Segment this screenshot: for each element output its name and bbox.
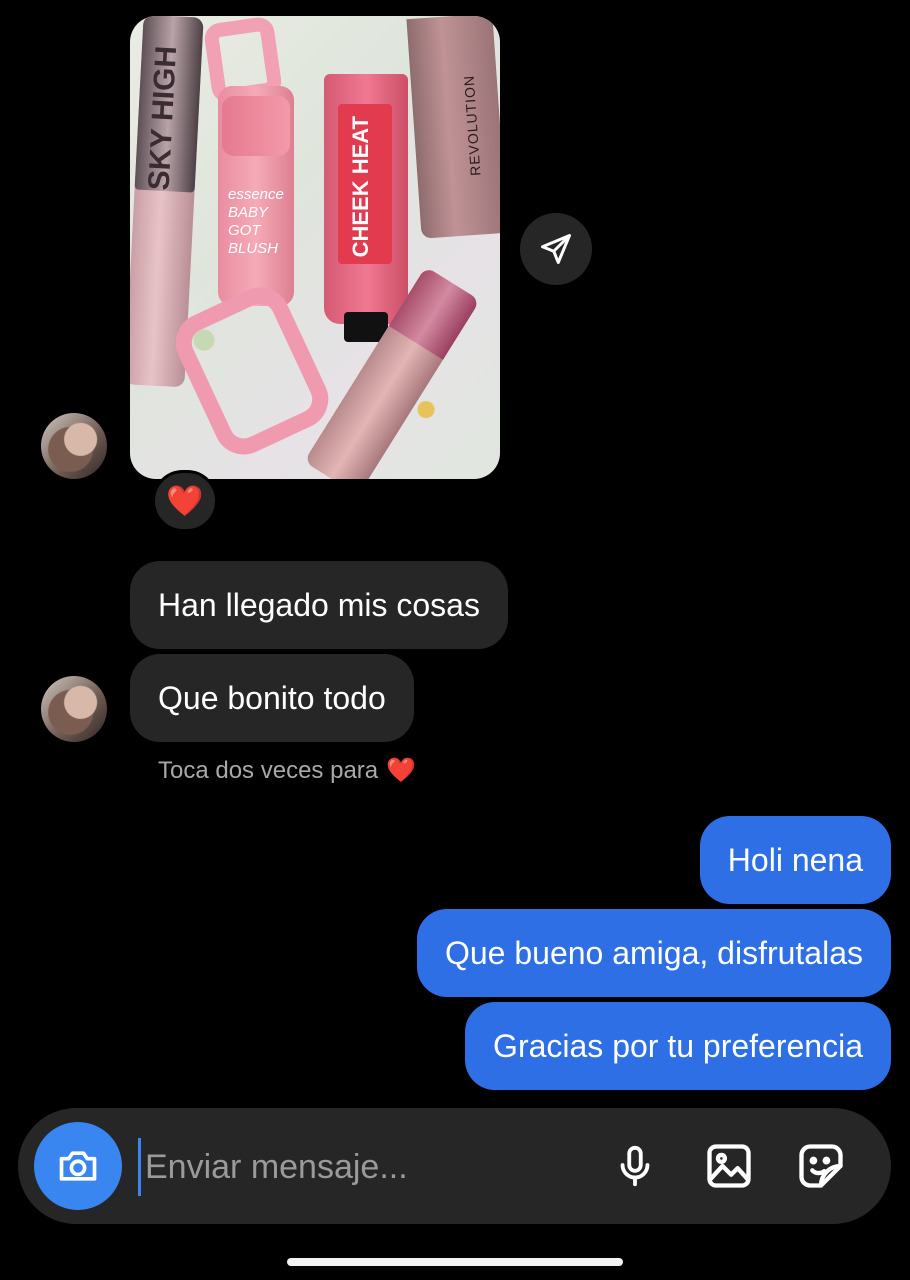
heart-icon: ❤️ <box>166 484 204 518</box>
share-button[interactable] <box>520 213 592 285</box>
share-icon <box>541 234 571 264</box>
blush-stick-product: essence BABY GOT BLUSH <box>218 86 294 306</box>
hair-clip-bottom <box>165 277 339 465</box>
double-tap-hint: Toca dos veces para ❤️ <box>158 756 417 785</box>
shared-photo[interactable]: SKY HIGH essence BABY GOT BLUSH CHEEK HE… <box>130 16 500 479</box>
gallery-icon <box>707 1144 751 1188</box>
incoming-message[interactable]: Han llegado mis cosas <box>130 561 508 649</box>
home-indicator[interactable] <box>287 1258 623 1266</box>
revolution-bottle: REVOLUTION <box>406 16 500 239</box>
sticker-button[interactable] <box>791 1136 851 1196</box>
avatar[interactable] <box>41 413 107 479</box>
microphone-icon <box>620 1145 650 1187</box>
message-input[interactable] <box>138 1138 588 1196</box>
outgoing-message[interactable]: Holi nena <box>699 816 891 904</box>
gallery-button[interactable] <box>699 1136 759 1196</box>
camera-icon <box>59 1151 97 1181</box>
heart-reaction[interactable]: ❤️ <box>152 470 218 532</box>
avatar[interactable] <box>41 676 107 742</box>
microphone-button[interactable] <box>605 1136 665 1196</box>
incoming-message[interactable]: Que bonito todo <box>130 654 414 742</box>
heart-icon: ❤️ <box>386 757 417 784</box>
camera-button[interactable] <box>34 1122 122 1210</box>
outgoing-message[interactable]: Que bueno amiga, disfrutalas <box>416 909 891 997</box>
outgoing-message[interactable]: Gracias por tu preferencia <box>465 1002 891 1090</box>
cheek-heat-tube: CHEEK HEAT <box>324 74 408 342</box>
sticker-icon <box>799 1144 843 1188</box>
